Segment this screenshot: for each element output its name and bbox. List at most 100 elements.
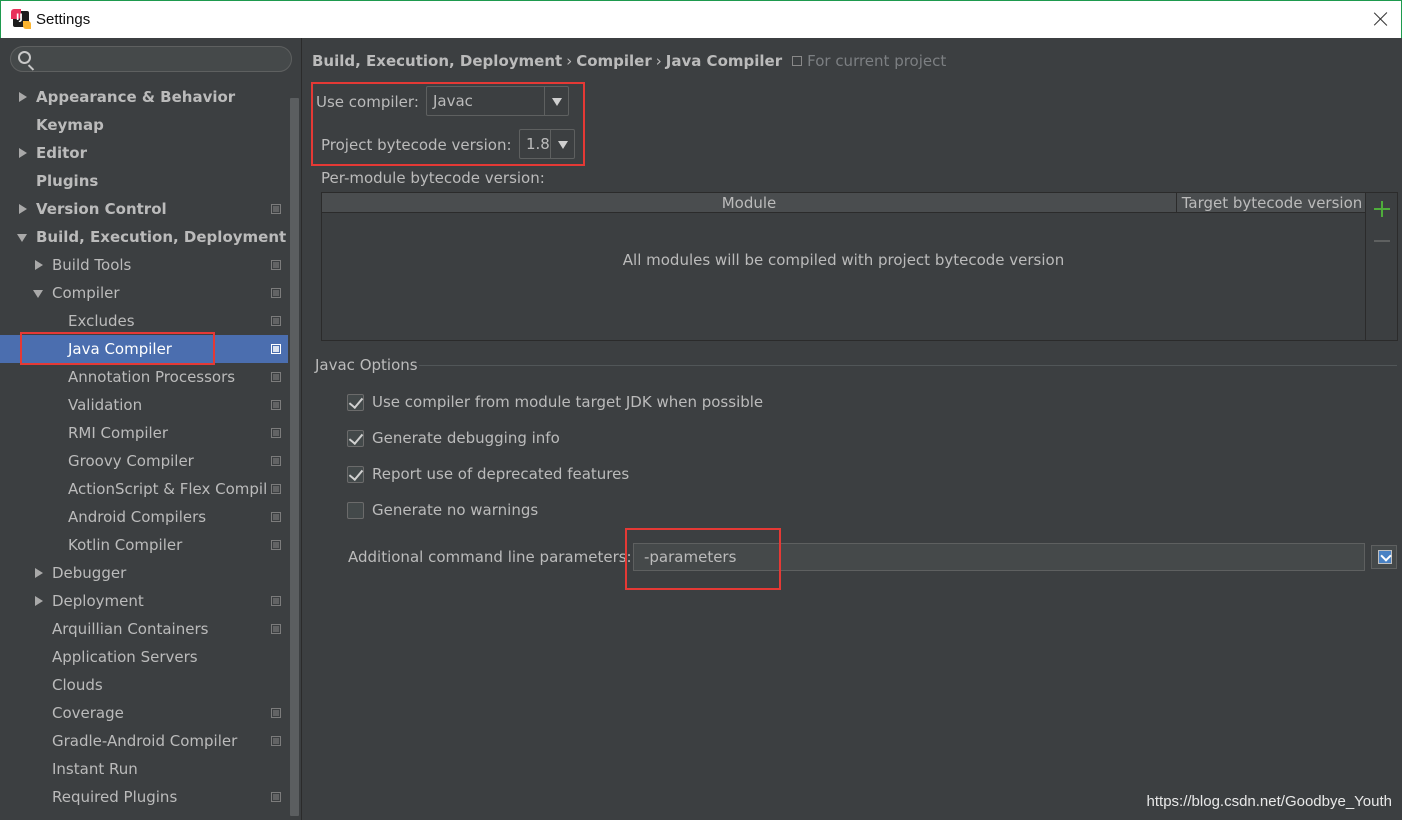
- project-scope-icon: [271, 512, 281, 522]
- sidebar-item-label: Deployment: [52, 592, 144, 610]
- table-header: Module Target bytecode version: [322, 193, 1365, 213]
- checkbox[interactable]: [347, 430, 364, 447]
- minus-icon[interactable]: [1374, 233, 1390, 249]
- sidebar-item-label: Annotation Processors: [68, 368, 236, 386]
- sidebar-item-groovy-compiler[interactable]: Groovy Compiler: [0, 447, 288, 475]
- chevron-right-icon[interactable]: [16, 195, 30, 223]
- sidebar-item-version-control[interactable]: Version Control: [0, 195, 288, 223]
- sidebar-item-editor[interactable]: Editor: [0, 139, 288, 167]
- chevron-right-icon[interactable]: [32, 251, 46, 279]
- search-input[interactable]: [39, 50, 279, 68]
- sidebar-item-instant-run[interactable]: Instant Run: [0, 755, 288, 783]
- module-table[interactable]: Module Target bytecode version All modul…: [321, 192, 1366, 341]
- breadcrumb-item: Java Compiler: [665, 52, 783, 70]
- sidebar-item-actionscript-flex-compil[interactable]: ActionScript & Flex Compil: [0, 475, 288, 503]
- bytecode-version-combo[interactable]: 1.8: [519, 129, 575, 159]
- sidebar-item-compiler[interactable]: Compiler: [0, 279, 288, 307]
- project-scope-icon: [271, 484, 281, 494]
- sidebar-item-gradle-android-compiler[interactable]: Gradle-Android Compiler: [0, 727, 288, 755]
- column-module[interactable]: Module: [322, 193, 1176, 213]
- watermark-text: https://blog.csdn.net/Goodbye_Youth: [1146, 793, 1392, 810]
- chevron-down-icon[interactable]: [32, 279, 46, 307]
- sidebar-item-excludes[interactable]: Excludes: [0, 307, 288, 335]
- use-compiler-value: Javac: [433, 92, 473, 110]
- sidebar-item-label: Editor: [36, 144, 87, 162]
- sidebar-item-application-servers[interactable]: Application Servers: [0, 643, 288, 671]
- chevron-right-icon[interactable]: [16, 139, 30, 167]
- sidebar-item-appearance-behavior[interactable]: Appearance & Behavior: [0, 83, 288, 111]
- expand-editor-button[interactable]: [1371, 545, 1397, 569]
- intellij-app-icon: IJ: [11, 9, 31, 29]
- sidebar-item-label: Compiler: [52, 284, 120, 302]
- sidebar-item-clouds[interactable]: Clouds: [0, 671, 288, 699]
- table-toolbar: [1366, 192, 1398, 341]
- sidebar-item-label: Build Tools: [52, 256, 132, 274]
- checkbox[interactable]: [347, 394, 364, 411]
- project-scope-icon: [271, 736, 281, 746]
- project-scope-icon: [271, 624, 281, 634]
- sidebar-item-annotation-processors[interactable]: Annotation Processors: [0, 363, 288, 391]
- sidebar-item-deployment[interactable]: Deployment: [0, 587, 288, 615]
- checkbox-label: Use compiler from module target JDK when…: [372, 393, 764, 411]
- javac-option-checkbox-row[interactable]: Report use of deprecated features: [347, 464, 847, 486]
- sidebar-item-label: Clouds: [52, 676, 103, 694]
- project-scope-icon: [271, 372, 281, 382]
- sidebar-item-build-tools[interactable]: Build Tools: [0, 251, 288, 279]
- breadcrumb-item: Compiler: [576, 52, 652, 70]
- sidebar-item-arquillian-containers[interactable]: Arquillian Containers: [0, 615, 288, 643]
- chevron-right-icon[interactable]: [16, 83, 30, 111]
- column-target-bytecode[interactable]: Target bytecode version: [1177, 193, 1367, 213]
- chevron-down-icon[interactable]: [16, 223, 30, 251]
- sidebar-item-label: Arquillian Containers: [52, 620, 209, 638]
- chevron-down-icon: [550, 130, 574, 158]
- sidebar-item-validation[interactable]: Validation: [0, 391, 288, 419]
- sidebar-item-label: Java Compiler: [68, 340, 172, 358]
- sidebar-item-label: ActionScript & Flex Compil: [68, 480, 268, 498]
- javac-option-checkbox-row[interactable]: Use compiler from module target JDK when…: [347, 392, 847, 414]
- sidebar-item-label: Application Servers: [52, 648, 198, 666]
- sidebar-item-label: Version Control: [36, 200, 167, 218]
- chevron-right-icon[interactable]: [32, 559, 46, 587]
- section-divider: [419, 365, 1397, 366]
- project-scope-icon: [271, 708, 281, 718]
- main-panel: Build, Execution, Deployment › Compiler › Ja…: [303, 38, 1402, 820]
- checkbox[interactable]: [347, 502, 364, 519]
- command-line-params-input[interactable]: [633, 543, 1365, 571]
- sidebar-item-rmi-compiler[interactable]: RMI Compiler: [0, 419, 288, 447]
- sidebar-item-keymap[interactable]: Keymap: [0, 111, 288, 139]
- checkbox-label: Generate no warnings: [372, 501, 539, 519]
- search-box[interactable]: [10, 46, 292, 72]
- project-scope-icon: [271, 428, 281, 438]
- sidebar-item-label: Plugins: [36, 172, 99, 190]
- project-scope-icon: [271, 596, 281, 606]
- sidebar-item-label: Required Plugins: [52, 788, 178, 806]
- sidebar-item-required-plugins[interactable]: Required Plugins: [0, 783, 288, 811]
- sidebar-scrollbar[interactable]: [290, 98, 299, 816]
- checkbox[interactable]: [347, 466, 364, 483]
- sidebar-item-label: Excludes: [68, 312, 135, 330]
- breadcrumb-separator: ›: [655, 52, 662, 70]
- sidebar-item-android-compilers[interactable]: Android Compilers: [0, 503, 288, 531]
- project-scope-icon: [271, 400, 281, 410]
- sidebar-item-kotlin-compiler[interactable]: Kotlin Compiler: [0, 531, 288, 559]
- sidebar-item-debugger[interactable]: Debugger: [0, 559, 288, 587]
- sidebar-item-java-compiler[interactable]: Java Compiler: [0, 335, 288, 363]
- chevron-right-icon[interactable]: [32, 587, 46, 615]
- scope-label: For current project: [807, 52, 947, 70]
- sidebar-item-plugins[interactable]: Plugins: [0, 167, 288, 195]
- sidebar-item-build-execution-deployment[interactable]: Build, Execution, Deployment: [0, 223, 288, 251]
- sidebar-item-label: Validation: [68, 396, 143, 414]
- sidebar-item-label: Kotlin Compiler: [68, 536, 183, 554]
- window-title: Settings: [36, 11, 91, 28]
- javac-option-checkbox-row[interactable]: Generate no warnings: [347, 500, 847, 522]
- use-compiler-combo[interactable]: Javac: [426, 86, 569, 116]
- close-icon[interactable]: [1371, 9, 1391, 29]
- javac-option-checkbox-row[interactable]: Generate debugging info: [347, 428, 847, 450]
- title-bar: IJ Settings: [0, 0, 1402, 38]
- javac-options-title: Javac Options: [315, 356, 418, 374]
- bytecode-version-value: 1.8: [526, 135, 550, 153]
- sidebar-item-coverage[interactable]: Coverage: [0, 699, 288, 727]
- expand-icon: [1378, 550, 1392, 564]
- sidebar-item-label: Groovy Compiler: [68, 452, 194, 470]
- plus-icon[interactable]: [1374, 201, 1390, 217]
